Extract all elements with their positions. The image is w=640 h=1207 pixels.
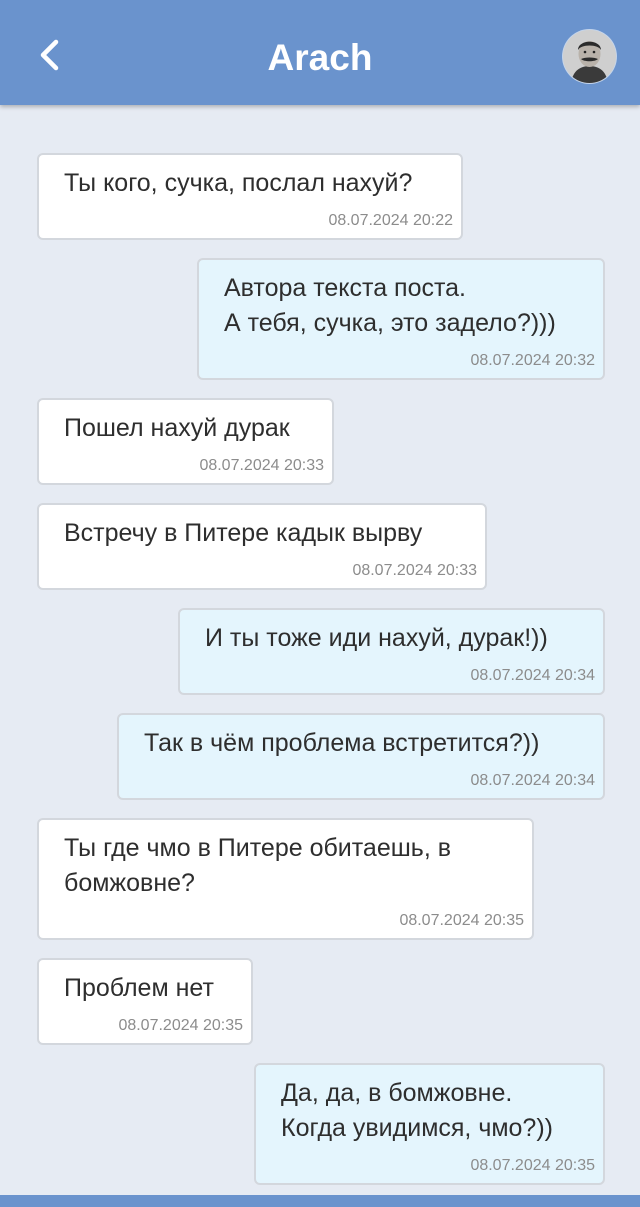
message-text: Встречу в Питере кадык вырву <box>64 519 423 547</box>
message-text: Автора текста поста. А тебя, сучка, это … <box>224 274 556 337</box>
bottom-bar <box>0 1195 640 1207</box>
message-bubble[interactable]: Ты кого, сучка, послал нахуй? 08.07.2024… <box>37 153 463 240</box>
message-timestamp: 08.07.2024 20:34 <box>470 667 595 684</box>
avatar[interactable] <box>563 30 616 83</box>
chevron-left-icon <box>40 39 59 71</box>
message-bubble[interactable]: Пошел нахуй дурак 08.07.2024 20:33 <box>37 398 334 485</box>
message-bubble[interactable]: Да, да, в бомжовне. Когда увидимся, чмо?… <box>254 1063 605 1185</box>
message-text: И ты тоже иди нахуй, дурак!)) <box>205 624 548 652</box>
chat-title: Arach <box>267 37 373 78</box>
message-text: Пошел нахуй дурак <box>64 414 290 442</box>
message-bubble[interactable]: Ты где чмо в Питере обитаешь, в бомжовне… <box>37 818 534 940</box>
message-timestamp: 08.07.2024 20:32 <box>470 352 595 369</box>
message-timestamp: 08.07.2024 20:35 <box>470 1157 595 1174</box>
message-timestamp: 08.07.2024 20:33 <box>199 457 324 474</box>
message-bubble[interactable]: Так в чём проблема встретится?)) 08.07.2… <box>117 713 605 800</box>
avatar-portrait-icon <box>563 30 616 83</box>
message-list[interactable]: Ты кого, сучка, послал нахуй? 08.07.2024… <box>0 105 640 1195</box>
app-header: Arach <box>0 0 640 105</box>
message-text: Да, да, в бомжовне. Когда увидимся, чмо?… <box>281 1079 553 1142</box>
message-bubble[interactable]: Автора текста поста. А тебя, сучка, это … <box>197 258 605 380</box>
message-bubble[interactable]: И ты тоже иди нахуй, дурак!)) 08.07.2024… <box>178 608 605 695</box>
message-text: Так в чём проблема встретится?)) <box>144 729 540 757</box>
message-timestamp: 08.07.2024 20:35 <box>399 912 524 929</box>
message-text: Ты где чмо в Питере обитаешь, в бомжовне… <box>64 834 451 897</box>
back-button[interactable] <box>30 30 74 80</box>
message-timestamp: 08.07.2024 20:35 <box>118 1017 243 1034</box>
message-timestamp: 08.07.2024 20:34 <box>470 772 595 789</box>
message-bubble[interactable]: Встречу в Питере кадык вырву 08.07.2024 … <box>37 503 487 590</box>
message-timestamp: 08.07.2024 20:22 <box>328 212 453 229</box>
message-text: Проблем нет <box>64 974 214 1002</box>
message-timestamp: 08.07.2024 20:33 <box>352 562 477 579</box>
message-bubble[interactable]: Проблем нет 08.07.2024 20:35 <box>37 958 253 1045</box>
message-text: Ты кого, сучка, послал нахуй? <box>64 169 413 197</box>
